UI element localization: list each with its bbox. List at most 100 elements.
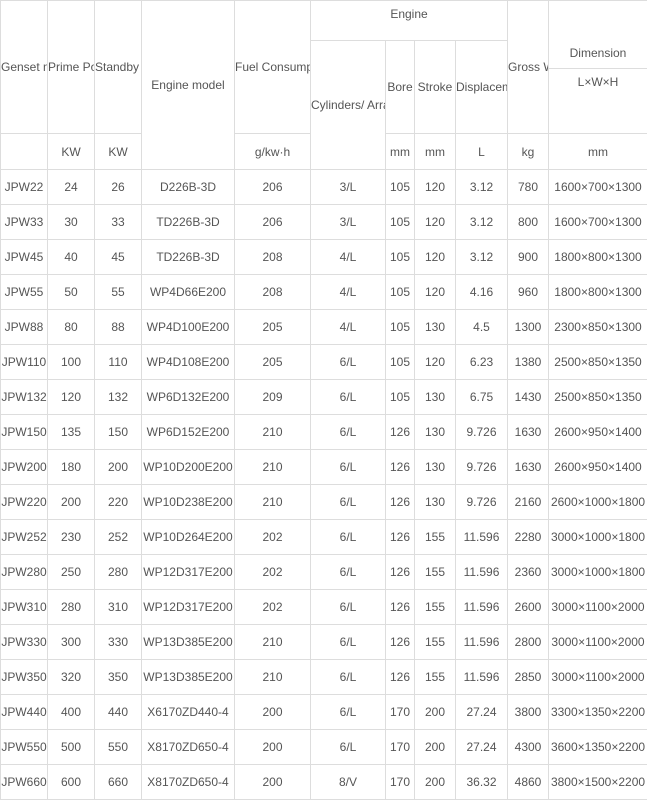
cell-cylinders: 6/L bbox=[311, 555, 386, 590]
cell-gross-weight: 1430 bbox=[508, 380, 549, 415]
table-row: JPW333033TD226B-3D2063/L1051203.12800160… bbox=[1, 205, 647, 240]
cell-displacement: 6.23 bbox=[456, 345, 508, 380]
cell-dimension: 3000×1100×2000 bbox=[549, 660, 647, 695]
unit-stroke: mm bbox=[415, 134, 456, 170]
cell-model: JPW22 bbox=[1, 170, 48, 205]
cell-standby-power: 280 bbox=[95, 555, 142, 590]
header-displacement: Displacement bbox=[456, 41, 508, 134]
cell-gross-weight: 1630 bbox=[508, 450, 549, 485]
cell-model: JPW660 bbox=[1, 765, 48, 800]
cell-gross-weight: 900 bbox=[508, 240, 549, 275]
header-engine: Engine bbox=[311, 1, 508, 41]
cell-fuel-consumption: 210 bbox=[235, 450, 311, 485]
unit-dimension: mm bbox=[549, 134, 647, 170]
cell-model: JPW88 bbox=[1, 310, 48, 345]
cell-displacement: 11.596 bbox=[456, 625, 508, 660]
cell-bore: 126 bbox=[386, 660, 415, 695]
cell-stroke: 155 bbox=[415, 555, 456, 590]
cell-cylinders: 6/L bbox=[311, 485, 386, 520]
header-engine-model: Engine model bbox=[142, 1, 235, 170]
table-row: JPW454045TD226B-3D2084/L1051203.12900180… bbox=[1, 240, 647, 275]
cell-standby-power: 350 bbox=[95, 660, 142, 695]
cell-displacement: 27.24 bbox=[456, 695, 508, 730]
cell-stroke: 200 bbox=[415, 765, 456, 800]
cell-bore: 126 bbox=[386, 520, 415, 555]
cell-prime-power: 80 bbox=[48, 310, 95, 345]
cell-engine-model: WP10D200E200 bbox=[142, 450, 235, 485]
cell-standby-power: 252 bbox=[95, 520, 142, 555]
cell-standby-power: 26 bbox=[95, 170, 142, 205]
cell-model: JPW280 bbox=[1, 555, 48, 590]
cell-gross-weight: 780 bbox=[508, 170, 549, 205]
cell-stroke: 120 bbox=[415, 345, 456, 380]
cell-gross-weight: 800 bbox=[508, 205, 549, 240]
cell-bore: 105 bbox=[386, 275, 415, 310]
cell-fuel-consumption: 200 bbox=[235, 695, 311, 730]
cell-displacement: 11.596 bbox=[456, 520, 508, 555]
table-row: JPW200180200WP10D200E2002106/L1261309.72… bbox=[1, 450, 647, 485]
cell-bore: 105 bbox=[386, 170, 415, 205]
table-row: JPW220200220WP10D238E2002106/L1261309.72… bbox=[1, 485, 647, 520]
cell-fuel-consumption: 210 bbox=[235, 660, 311, 695]
cell-stroke: 155 bbox=[415, 625, 456, 660]
cell-model: JPW550 bbox=[1, 730, 48, 765]
cell-bore: 126 bbox=[386, 625, 415, 660]
table-row: JPW888088WP4D100E2002054/L1051304.513002… bbox=[1, 310, 647, 345]
cell-stroke: 120 bbox=[415, 205, 456, 240]
cell-model: JPW150 bbox=[1, 415, 48, 450]
cell-model: JPW330 bbox=[1, 625, 48, 660]
cell-gross-weight: 2800 bbox=[508, 625, 549, 660]
cell-dimension: 1600×700×1300 bbox=[549, 205, 647, 240]
cell-displacement: 11.596 bbox=[456, 660, 508, 695]
cell-fuel-consumption: 206 bbox=[235, 205, 311, 240]
cell-bore: 170 bbox=[386, 765, 415, 800]
cell-displacement: 3.12 bbox=[456, 170, 508, 205]
cell-engine-model: X8170ZD650-4 bbox=[142, 730, 235, 765]
cell-gross-weight: 2160 bbox=[508, 485, 549, 520]
cell-stroke: 130 bbox=[415, 310, 456, 345]
cell-fuel-consumption: 208 bbox=[235, 275, 311, 310]
header-dimension-lwh: L×W×H bbox=[549, 69, 647, 89]
table-row: JPW550500550X8170ZD650-42006/L17020027.2… bbox=[1, 730, 647, 765]
header-cylinders: Cylinders/ Arrangement bbox=[311, 41, 386, 170]
cell-engine-model: WP13D385E200 bbox=[142, 625, 235, 660]
cell-model: JPW45 bbox=[1, 240, 48, 275]
header-stroke: Stroke bbox=[415, 41, 456, 134]
cell-bore: 170 bbox=[386, 730, 415, 765]
cell-displacement: 9.726 bbox=[456, 450, 508, 485]
cell-fuel-consumption: 200 bbox=[235, 730, 311, 765]
cell-cylinders: 4/L bbox=[311, 240, 386, 275]
cell-standby-power: 220 bbox=[95, 485, 142, 520]
cell-standby-power: 33 bbox=[95, 205, 142, 240]
table-row: JPW330300330WP13D385E2002106/L12615511.5… bbox=[1, 625, 647, 660]
cell-prime-power: 600 bbox=[48, 765, 95, 800]
cell-fuel-consumption: 205 bbox=[235, 345, 311, 380]
cell-prime-power: 24 bbox=[48, 170, 95, 205]
cell-cylinders: 6/L bbox=[311, 625, 386, 660]
cell-cylinders: 3/L bbox=[311, 205, 386, 240]
cell-dimension: 2600×1000×1800 bbox=[549, 485, 647, 520]
table-row: JPW132120132WP6D132E2002096/L1051306.751… bbox=[1, 380, 647, 415]
cell-standby-power: 110 bbox=[95, 345, 142, 380]
cell-prime-power: 280 bbox=[48, 590, 95, 625]
cell-standby-power: 132 bbox=[95, 380, 142, 415]
header-bore: Bore bbox=[386, 41, 415, 134]
cell-displacement: 27.24 bbox=[456, 730, 508, 765]
cell-cylinders: 3/L bbox=[311, 170, 386, 205]
cell-model: JPW440 bbox=[1, 695, 48, 730]
cell-prime-power: 400 bbox=[48, 695, 95, 730]
header-standby-power: Standby Power bbox=[95, 1, 142, 134]
cell-stroke: 155 bbox=[415, 660, 456, 695]
cell-dimension: 1800×800×1300 bbox=[549, 275, 647, 310]
cell-displacement: 4.5 bbox=[456, 310, 508, 345]
cell-fuel-consumption: 210 bbox=[235, 625, 311, 660]
cell-engine-model: WP6D152E200 bbox=[142, 415, 235, 450]
cell-dimension: 3300×1350×2200 bbox=[549, 695, 647, 730]
cell-stroke: 155 bbox=[415, 520, 456, 555]
unit-fuel: g/kw·h bbox=[235, 134, 311, 170]
cell-cylinders: 6/L bbox=[311, 660, 386, 695]
cell-engine-model: D226B-3D bbox=[142, 170, 235, 205]
cell-bore: 126 bbox=[386, 555, 415, 590]
cell-cylinders: 6/L bbox=[311, 695, 386, 730]
cell-fuel-consumption: 202 bbox=[235, 590, 311, 625]
